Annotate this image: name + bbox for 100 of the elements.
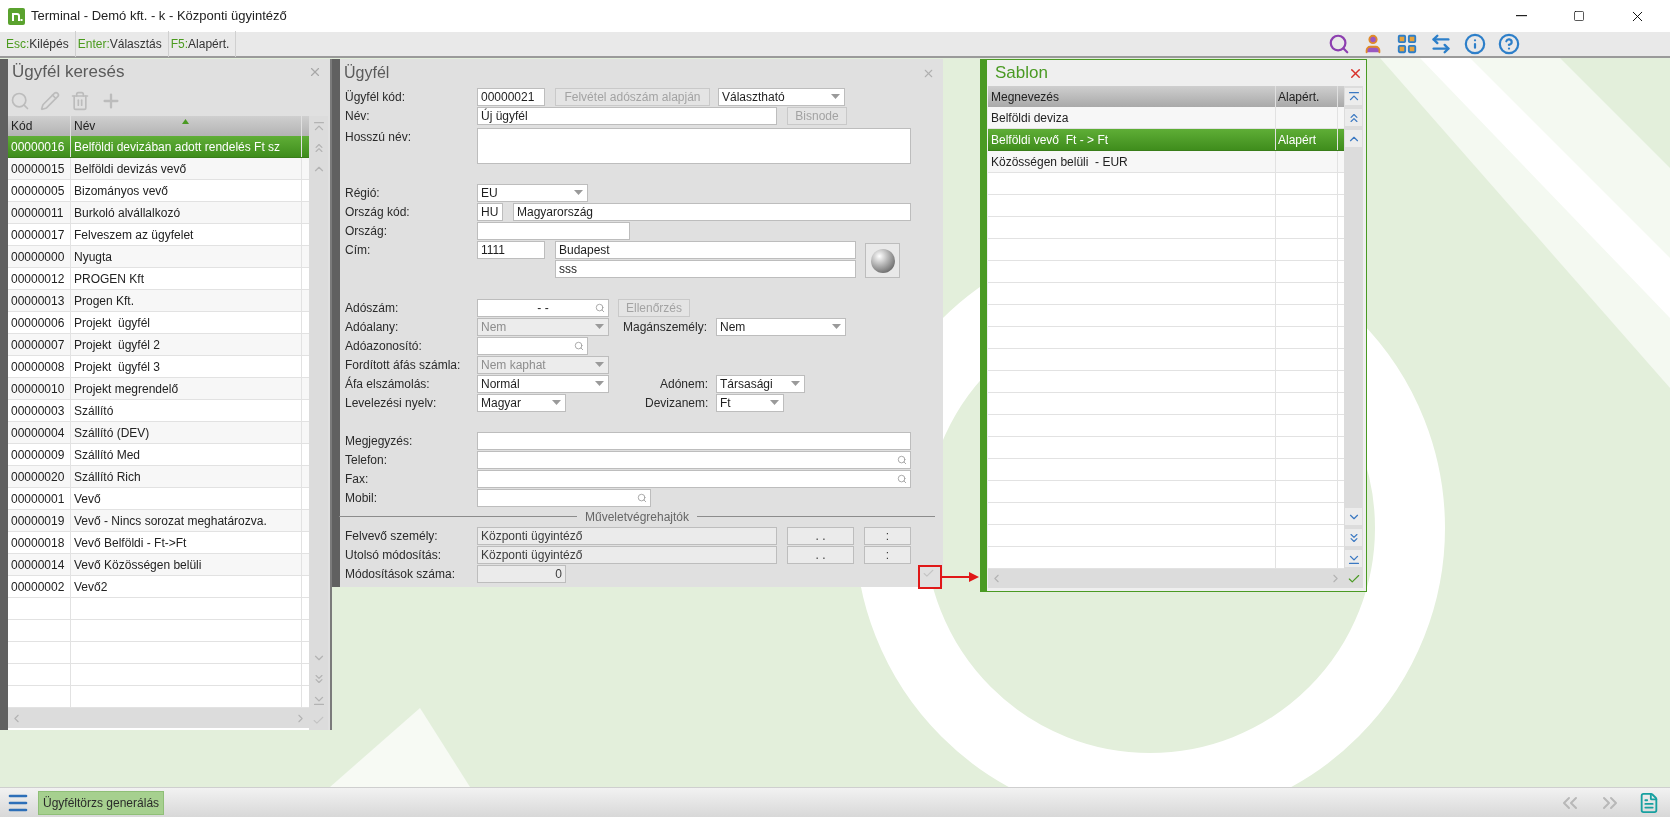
table-row[interactable]: 00000002 Vevő2 xyxy=(8,576,309,598)
document-icon[interactable] xyxy=(1638,791,1660,814)
dropdown[interactable]: Társasági xyxy=(716,374,805,393)
table-cell: 00000008 xyxy=(8,356,71,377)
table-row[interactable]: 00000014 Vevő Közösségen belüli xyxy=(8,554,309,576)
pencil-icon[interactable] xyxy=(40,90,60,111)
table-cell: Szállító Med xyxy=(71,444,302,465)
trash-icon[interactable] xyxy=(70,90,90,111)
field-label: Régió: xyxy=(345,184,381,202)
grid-icon[interactable] xyxy=(1396,33,1418,55)
table-row[interactable]: 00000006 Projekt ügyfél xyxy=(8,312,309,334)
map-button[interactable] xyxy=(865,243,900,278)
caret-icon xyxy=(595,361,604,368)
table-row[interactable]: 00000017 Felveszem az ügyfelet xyxy=(8,224,309,246)
table-cell: Felveszem az ügyfelet xyxy=(71,224,302,245)
table-row[interactable]: 00000019 Vevő - Nincs sorozat meghatározva. xyxy=(8,510,309,532)
text-field[interactable] xyxy=(477,431,911,450)
table-row[interactable]: 00000012 PROGEN Kft xyxy=(8,268,309,290)
text-field[interactable]: - - xyxy=(477,298,609,317)
table-row[interactable]: 00000001 Vevő xyxy=(8,488,309,510)
field-label: Mobil: xyxy=(345,489,378,507)
search-icon xyxy=(637,492,647,503)
shortcut-label[interactable]: Választás xyxy=(109,35,162,53)
field-label: Levelezési nyelv: xyxy=(345,394,438,412)
text-field[interactable] xyxy=(477,488,651,507)
table-cell: 00000019 xyxy=(8,510,71,531)
table-row[interactable]: Közösségen belüli - EUR xyxy=(988,151,1344,173)
shortcut-key: Enter: xyxy=(77,35,110,53)
table-cell: Vevő Belföldi - Ft->Ft xyxy=(71,532,302,553)
table-row[interactable]: 00000000 Nyugta xyxy=(8,246,309,268)
field-label: Fax: xyxy=(345,470,370,488)
text-field[interactable]: Magyarország xyxy=(513,202,911,221)
text-field[interactable]: . . xyxy=(787,545,854,564)
text-area[interactable] xyxy=(477,128,911,164)
table-cell: Szállító Rich xyxy=(71,466,302,487)
text-field[interactable]: : xyxy=(864,545,911,564)
text-field[interactable]: Központi ügyintéző xyxy=(477,545,777,564)
table-cell: 00000006 xyxy=(8,312,71,333)
text-field[interactable]: Központi ügyintéző xyxy=(477,526,777,545)
table-row[interactable]: 00000003 Szállító xyxy=(8,400,309,422)
table-row[interactable]: 00000005 Bizományos vevő xyxy=(8,180,309,202)
shortcut-key: F5: xyxy=(170,35,189,53)
text-field[interactable]: : xyxy=(864,526,911,545)
panel-title: Sablon xyxy=(995,62,1048,85)
text-field[interactable]: Új ügyfél xyxy=(477,106,777,125)
table-row[interactable]: 00000009 Szállító Med xyxy=(8,444,309,466)
swap-icon[interactable] xyxy=(1430,33,1452,55)
field-label: Adóalany: xyxy=(345,318,400,336)
text-field[interactable]: sss xyxy=(555,259,856,278)
table-row[interactable]: 00000008 Projekt ügyfél 3 xyxy=(8,356,309,378)
text-field[interactable] xyxy=(477,450,911,469)
table-cell: Vevő xyxy=(71,488,302,509)
table-cell: 00000003 xyxy=(8,400,71,421)
help-icon[interactable] xyxy=(1498,33,1520,55)
table-cell: Burkoló alvállalkozó xyxy=(71,202,302,223)
field-label: Ország kód: xyxy=(345,203,411,221)
table-row[interactable]: Belföldi deviza xyxy=(988,107,1344,129)
table-cell: 00000020 xyxy=(8,466,71,487)
table-row[interactable]: 00000018 Vevő Belföldi - Ft->Ft xyxy=(8,532,309,554)
text-field[interactable]: Budapest xyxy=(555,240,856,259)
panel-title: Ügyfél xyxy=(344,63,390,83)
text-field[interactable]: 0 xyxy=(477,564,566,583)
text-field[interactable] xyxy=(477,336,588,355)
maximize-icon xyxy=(1573,10,1585,22)
field-label: Utolsó módosítás: xyxy=(345,546,443,564)
dropdown[interactable]: Normál xyxy=(477,374,609,393)
table-row[interactable]: 00000011 Burkoló alvállalkozó xyxy=(8,202,309,224)
text-field[interactable]: 1111 xyxy=(477,240,545,259)
table-cell: Projekt ügyfél 2 xyxy=(71,334,302,355)
close-icon[interactable] xyxy=(308,65,322,79)
table-cell: Progen Kft. xyxy=(71,290,302,311)
table-cell: 00000001 xyxy=(8,488,71,509)
dropdown[interactable]: EU xyxy=(477,183,588,202)
info-icon[interactable] xyxy=(1464,33,1486,55)
task-tab[interactable]: Ügyféltörzs generálás xyxy=(38,790,165,815)
text-field[interactable] xyxy=(477,469,911,488)
table-row[interactable]: 00000013 Progen Kft. xyxy=(8,290,309,312)
search-icon[interactable] xyxy=(1328,33,1350,55)
table-row[interactable]: 00000010 Projekt megrendelő xyxy=(8,378,309,400)
table-row[interactable]: 00000007 Projekt ügyfél 2 xyxy=(8,334,309,356)
text-field[interactable] xyxy=(477,221,630,240)
table-cell: 00000005 xyxy=(8,180,71,201)
text-field[interactable]: HU xyxy=(477,202,503,221)
table-row[interactable]: 00000004 Szállító (DEV) xyxy=(8,422,309,444)
shortcut-label[interactable]: Kilépés xyxy=(29,35,69,53)
dropdown[interactable]: Magyar xyxy=(477,393,566,412)
text-field[interactable]: 00000021 xyxy=(477,87,545,106)
dropdown[interactable]: Ft xyxy=(716,393,784,412)
shortcut-label[interactable]: Alapért. xyxy=(188,35,230,53)
table-cell: 00000018 xyxy=(8,532,71,553)
text-field[interactable]: . . xyxy=(787,526,854,545)
table-row[interactable]: 00000020 Szállító Rich xyxy=(8,466,309,488)
table-cell: 00000013 xyxy=(8,290,71,311)
table-row[interactable]: 00000015 Belföldi devizás vevő xyxy=(8,158,309,180)
field-label: Ország: xyxy=(345,222,388,240)
dropdown[interactable]: Választható xyxy=(718,87,845,106)
confirm-icon[interactable] xyxy=(922,567,935,580)
table-cell: Projekt megrendelő xyxy=(71,378,302,399)
dropdown[interactable]: Nem xyxy=(716,317,846,336)
field-label: Módosítások száma: xyxy=(345,565,457,583)
